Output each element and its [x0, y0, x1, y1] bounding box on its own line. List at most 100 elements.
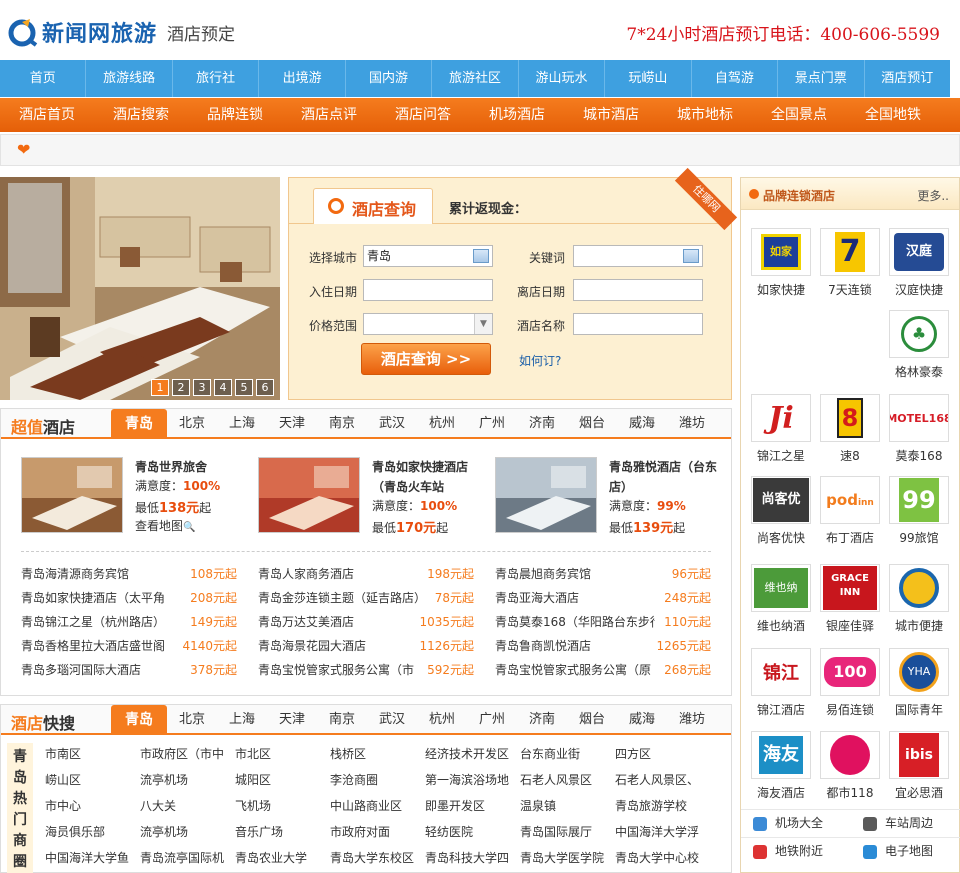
hotel-list-item[interactable]: 青岛人家商务酒店 198元起 [258, 562, 474, 586]
heart-icon[interactable]: ❤ [17, 140, 30, 159]
city-tab[interactable]: 杭州 [417, 409, 467, 439]
tab-hotel-search[interactable]: 酒店查询 [313, 188, 433, 224]
brand-item[interactable]: ♣ 格林豪泰 [888, 310, 950, 380]
district-link[interactable]: 市南区 [45, 745, 137, 762]
city-tab[interactable]: 天津 [267, 409, 317, 439]
hotel-name-input[interactable] [573, 313, 703, 335]
brand-item[interactable]: podinn 布丁酒店 [819, 476, 881, 546]
district-link[interactable]: 青岛大学医学院 [520, 849, 612, 866]
nav-item[interactable]: 国内游 [346, 60, 433, 97]
checkin-date-input[interactable] [363, 279, 493, 301]
district-link[interactable]: 石老人风景区、 [615, 771, 707, 788]
hotel-list-item[interactable]: 青岛多瑙河国际大酒店 378元起 [21, 658, 237, 682]
city-tab[interactable]: 烟台 [567, 705, 617, 735]
hotel-list-item[interactable]: 青岛锦江之星（杭州路店） 149元起 [21, 610, 237, 634]
hotel-list-name[interactable]: 青岛人家商务酒店 [258, 562, 418, 586]
hotel-list-item[interactable]: 青岛鲁商凯悦酒店 1265元起 [495, 634, 711, 658]
district-link[interactable]: 轻纺医院 [425, 823, 517, 840]
city-tab[interactable]: 南京 [317, 705, 367, 735]
side-link[interactable]: 机场大全 [741, 809, 851, 837]
district-link[interactable]: 市北区 [235, 745, 327, 762]
district-link[interactable]: 音乐广场 [235, 823, 327, 840]
hotel-name[interactable]: 青岛世界旅舍 [135, 457, 251, 477]
hotel-name[interactable]: 青岛雅悦酒店（台东店） [609, 457, 725, 497]
city-tab[interactable]: 青岛 [111, 409, 167, 439]
nav-item[interactable]: 旅行社 [173, 60, 260, 97]
city-tab[interactable]: 杭州 [417, 705, 467, 735]
photo-page-button[interactable]: 6 [256, 379, 274, 396]
district-link[interactable]: 八大关 [140, 797, 232, 814]
city-picker-icon[interactable] [473, 249, 489, 263]
district-link[interactable]: 青岛流亭国际机 [140, 849, 232, 866]
district-link[interactable]: 中山路商业区 [330, 797, 422, 814]
nav-item[interactable]: 首页 [0, 60, 87, 97]
hotel-nav-item[interactable]: 全国地铁 [846, 98, 940, 132]
district-link[interactable]: 青岛农业大学 [235, 849, 327, 866]
hotel-list-name[interactable]: 青岛海景花园大酒店 [258, 634, 418, 658]
brand-item[interactable]: GRACE INN 银座佳驿 [819, 564, 881, 634]
hotel-list-name[interactable]: 青岛宝悦管家式服务公寓（原 [495, 658, 655, 682]
hotel-list-name[interactable]: 青岛如家快捷酒店（太平角 [21, 586, 181, 610]
city-tab[interactable]: 威海 [617, 705, 667, 735]
hotel-nav-item[interactable]: 城市酒店 [564, 98, 658, 132]
hotel-list-name[interactable]: 青岛锦江之星（杭州路店） [21, 610, 181, 634]
hotel-nav-item[interactable]: 酒店问答 [376, 98, 470, 132]
hotel-list-item[interactable]: 青岛海景花园大酒店 1126元起 [258, 634, 474, 658]
city-tab[interactable]: 上海 [217, 705, 267, 735]
brand-item[interactable]: 100 易佰连锁 [819, 648, 881, 718]
hotel-list-name[interactable]: 青岛多瑙河国际大酒店 [21, 658, 181, 682]
district-link[interactable]: 青岛国际展厅 [520, 823, 612, 840]
district-link[interactable]: 台东商业街 [520, 745, 612, 762]
brand-item[interactable]: 城市便捷 [888, 564, 950, 634]
city-tab[interactable]: 北京 [167, 409, 217, 439]
brand-item[interactable]: 汉庭 汉庭快捷 [888, 228, 950, 298]
district-link[interactable]: 中国海洋大学浮 [615, 823, 707, 840]
city-tab[interactable]: 济南 [517, 705, 567, 735]
side-link[interactable]: 电子地图 [851, 837, 960, 865]
hotel-list-name[interactable]: 青岛万达艾美酒店 [258, 610, 418, 634]
brand-item[interactable]: 都市118 [819, 731, 881, 801]
hotel-search-button[interactable]: 酒店查询 >> [361, 343, 491, 375]
district-link[interactable]: 飞机场 [235, 797, 327, 814]
nav-item[interactable]: 旅游社区 [432, 60, 519, 97]
brand-item[interactable]: 海友 海友酒店 [750, 731, 812, 801]
hotel-thumbnail[interactable] [495, 457, 597, 533]
brand-item[interactable]: 99 99旅馆 [888, 476, 950, 546]
brand-item[interactable]: ibis 宜必思酒 [888, 731, 950, 801]
hotel-nav-item[interactable]: 酒店首页 [0, 98, 94, 132]
district-link[interactable]: 海员俱乐部 [45, 823, 137, 840]
nav-item[interactable]: 游山玩水 [519, 60, 606, 97]
hotel-nav-item[interactable]: 机场酒店 [470, 98, 564, 132]
city-tab[interactable]: 济南 [517, 409, 567, 439]
deal-card[interactable]: 青岛世界旅舍 满意度：100% 最低138元起 查看地图🔍 [21, 457, 251, 541]
brand-item[interactable]: Ji 锦江之星 [750, 394, 812, 464]
city-tab[interactable]: 烟台 [567, 409, 617, 439]
nav-item[interactable]: 出境游 [259, 60, 346, 97]
side-link[interactable]: 车站周边 [851, 809, 960, 837]
brand-item[interactable]: MOTEL168 莫泰168 [888, 394, 950, 464]
photo-page-button[interactable]: 4 [214, 379, 232, 396]
district-link[interactable]: 第一海滨浴场地 [425, 771, 517, 788]
hotel-list-item[interactable]: 青岛宝悦管家式服务公寓（市 592元起 [258, 658, 474, 682]
district-link[interactable]: 中国海洋大学鱼 [45, 849, 137, 866]
brand-more-link[interactable]: 更多.. [917, 187, 949, 204]
hotel-list-item[interactable]: 青岛如家快捷酒店（太平角 208元起 [21, 586, 237, 610]
hotel-thumbnail[interactable] [258, 457, 360, 533]
hotel-nav-item[interactable]: 品牌连锁 [188, 98, 282, 132]
hotel-list-name[interactable]: 青岛莫泰168（华阳路台东步行 [495, 610, 655, 634]
price-range-select[interactable]: ▼ [363, 313, 493, 335]
district-link[interactable]: 青岛科技大学四 [425, 849, 517, 866]
nav-item[interactable]: 酒店预订 [865, 60, 950, 97]
city-tab[interactable]: 潍坊 [667, 705, 717, 735]
district-link[interactable]: 流亭机场 [140, 771, 232, 788]
nav-item[interactable]: 自驾游 [692, 60, 779, 97]
city-tab[interactable]: 青岛 [111, 705, 167, 735]
hotel-list-name[interactable]: 青岛金莎连锁主题（延吉路店） [258, 586, 418, 610]
district-link[interactable]: 石老人风景区 [520, 771, 612, 788]
how-to-book-link[interactable]: 如何订? [519, 352, 561, 369]
hotel-nav-item[interactable]: 酒店点评 [282, 98, 376, 132]
hotel-name[interactable]: 青岛如家快捷酒店（青岛火车站 [372, 457, 488, 497]
brand-item[interactable]: 维也纳 维也纳酒 [750, 564, 812, 634]
hotel-list-name[interactable]: 青岛宝悦管家式服务公寓（市 [258, 658, 418, 682]
city-tab[interactable]: 潍坊 [667, 409, 717, 439]
